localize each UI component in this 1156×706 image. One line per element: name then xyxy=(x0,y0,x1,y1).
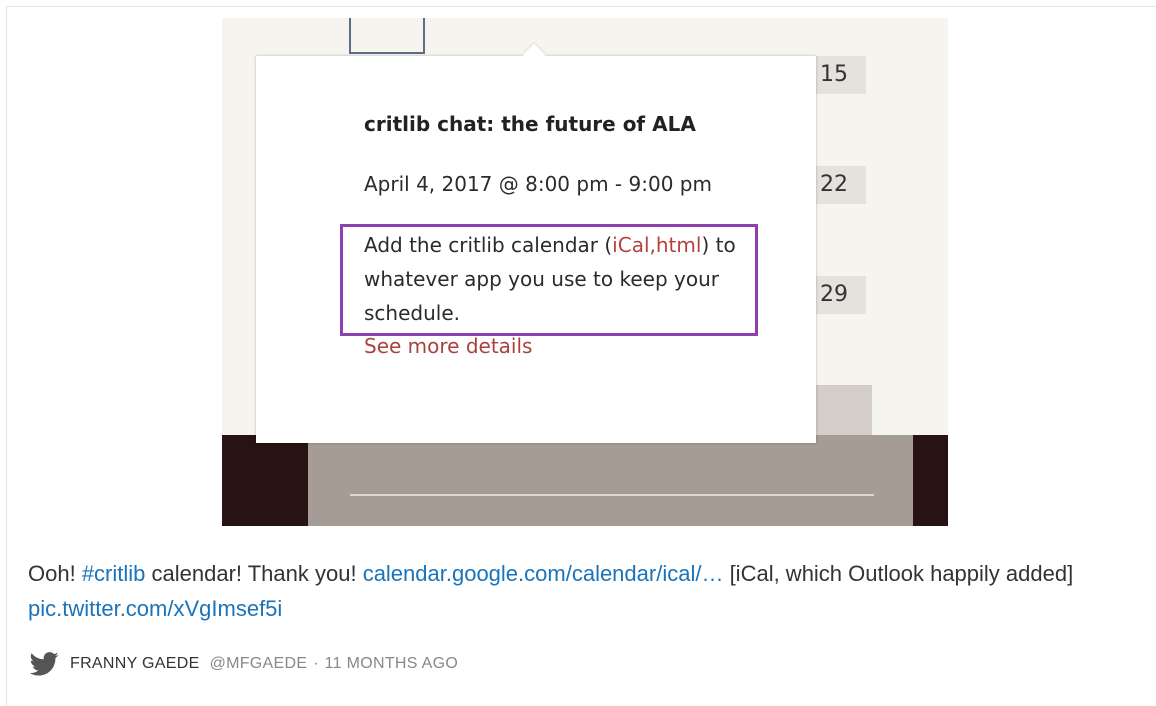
meta-separator: · xyxy=(313,655,319,672)
author-handle[interactable]: @MFGAEDE xyxy=(210,655,308,673)
tweet-meta: FRANNY GAEDE @MFGAEDE · 11 MONTHS AGO xyxy=(28,652,458,676)
pic-twitter-link[interactable]: pic.twitter.com/xVgImsef5i xyxy=(28,596,282,621)
see-more-details-link[interactable]: See more details xyxy=(364,334,532,358)
twitter-bird-icon[interactable] xyxy=(28,652,60,676)
event-date: April 4, 2017 @ 8:00 pm - 9:00 pm xyxy=(364,172,712,196)
author-name[interactable]: FRANNY GAEDE xyxy=(70,655,200,673)
calendar-day-15: 15 xyxy=(814,56,866,94)
description-text: Add the critlib calendar ( xyxy=(364,233,613,257)
divider xyxy=(350,494,874,496)
image-border-right xyxy=(913,435,948,526)
tweet-text-part: Ooh! xyxy=(28,561,82,586)
event-title: critlib chat: the future of ALA xyxy=(364,112,696,136)
ical-link[interactable]: iCal xyxy=(612,233,649,257)
tweet-text: Ooh! #critlib calendar! Thank you! calen… xyxy=(28,556,1118,626)
tweet-text-part: [iCal, which Outlook happily added] xyxy=(723,561,1074,586)
tweet-timestamp[interactable]: 11 MONTHS AGO xyxy=(325,655,458,673)
calendar-url-link[interactable]: calendar.google.com/calendar/ical/… xyxy=(363,561,724,586)
hashtag-link[interactable]: #critlib xyxy=(82,561,146,586)
tweet-media-image[interactable]: 15 22 29 critlib chat: the future of ALA… xyxy=(222,18,948,526)
calendar-day-29: 29 xyxy=(814,276,866,314)
calendar-day-22: 22 xyxy=(814,166,866,204)
event-description: Add the critlib calendar (iCal,html) to … xyxy=(364,228,764,330)
image-border-left xyxy=(222,435,308,526)
event-popup: critlib chat: the future of ALA April 4,… xyxy=(256,43,816,443)
tweet-text-part: calendar! Thank you! xyxy=(145,561,363,586)
html-link[interactable]: html xyxy=(656,233,702,257)
calendar-cell xyxy=(349,18,425,54)
calendar-footer xyxy=(308,435,913,526)
